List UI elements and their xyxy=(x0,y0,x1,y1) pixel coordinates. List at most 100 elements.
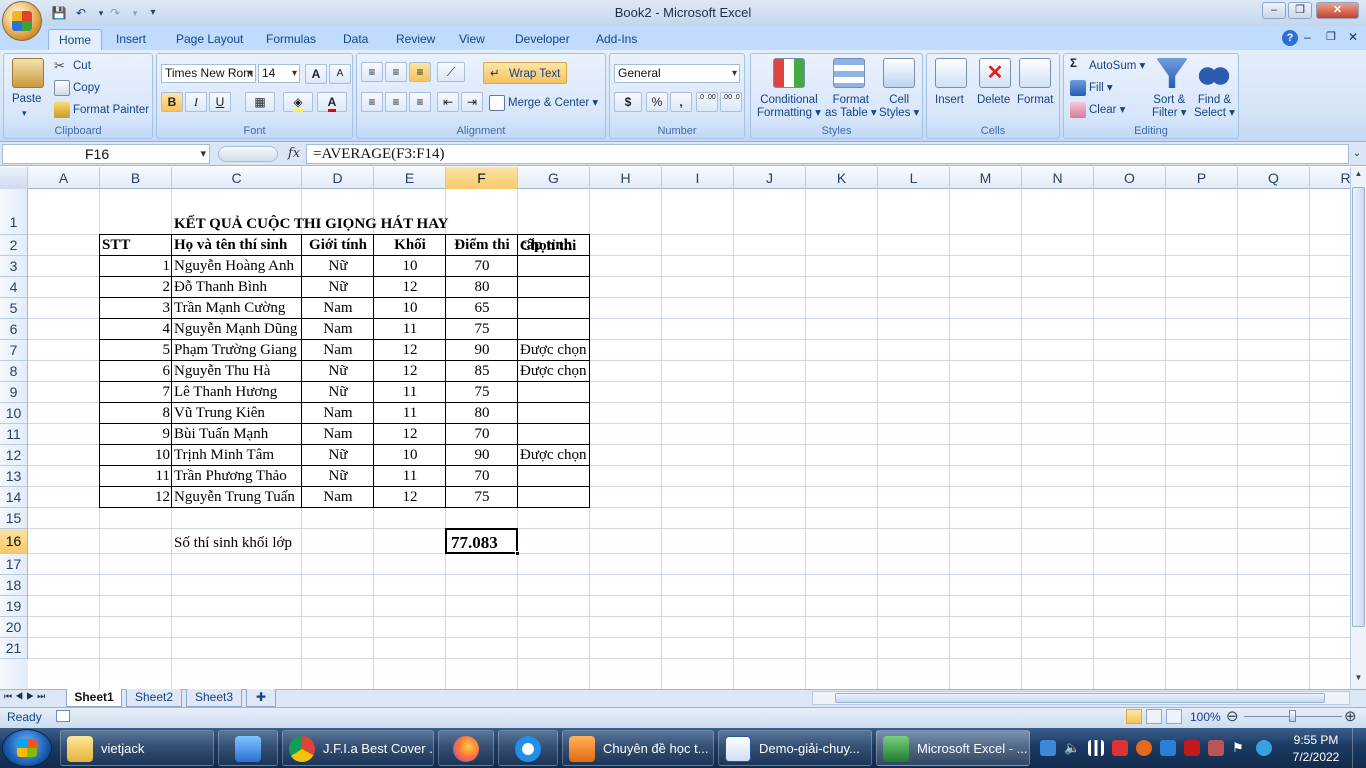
taskbar-item-firefox[interactable] xyxy=(438,730,494,766)
comma-button[interactable]: , xyxy=(670,92,692,112)
sort-filter-button[interactable]: Sort & Filter ▾ xyxy=(1152,94,1187,120)
fill-color-button[interactable]: ◈ xyxy=(283,92,313,112)
font-size-combo[interactable]: 14 xyxy=(258,64,300,83)
sheet-title-cell[interactable]: KẾT QUẢ CUỘC THI GIỌNG HÁT HAY xyxy=(174,214,574,234)
tab-page-layout[interactable]: Page Layout xyxy=(166,29,253,50)
decrease-decimal-button[interactable]: .00 .0 xyxy=(720,92,742,112)
column-header-g[interactable]: G xyxy=(518,167,590,189)
merge-center-button[interactable]: Merge & Center ▾ xyxy=(489,95,598,111)
tab-home[interactable]: Home xyxy=(48,29,103,50)
percent-button[interactable]: % xyxy=(646,92,668,112)
macro-record-icon[interactable] xyxy=(56,710,70,722)
zoom-level[interactable]: 100% xyxy=(1190,710,1221,724)
autosum-button[interactable]: Σ AutoSum ▾ xyxy=(1070,58,1145,74)
cut-button[interactable]: ✂ Cut xyxy=(54,58,91,74)
column-header-i[interactable]: I xyxy=(662,167,734,189)
row-header-1[interactable]: 1 xyxy=(0,189,28,235)
shrink-font-button[interactable]: A xyxy=(329,64,351,84)
find-select-button[interactable]: Find & Select ▾ xyxy=(1194,94,1235,120)
row-header-13[interactable]: 13 xyxy=(0,466,28,487)
increase-decimal-button[interactable]: .0 .00 xyxy=(696,92,718,112)
help-icon[interactable]: ? xyxy=(1282,30,1298,46)
scroll-up-icon[interactable]: ▲ xyxy=(1352,169,1365,181)
cell-styles-button[interactable]: Cell Styles ▾ xyxy=(879,94,919,120)
clock-time[interactable]: 9:55 PM xyxy=(1286,733,1346,747)
tab-review[interactable]: Review xyxy=(386,29,445,50)
formula-input[interactable]: =AVERAGE(F3:F14) xyxy=(306,144,1349,164)
insert-sheet-icon[interactable]: ✚ xyxy=(246,689,276,707)
sheet-tab-sheet1[interactable]: Sheet1 xyxy=(66,689,122,707)
number-format-combo[interactable]: General xyxy=(614,64,740,83)
row-header-5[interactable]: 5 xyxy=(0,298,28,319)
align-bottom-icon[interactable]: ≡ xyxy=(409,62,431,82)
tab-formulas[interactable]: Formulas xyxy=(256,29,326,50)
select-all-button[interactable] xyxy=(0,167,28,189)
copy-button[interactable]: Copy xyxy=(54,80,100,96)
column-header-h[interactable]: H xyxy=(590,167,662,189)
clear-button[interactable]: Clear ▾ xyxy=(1070,102,1125,118)
column-header-j[interactable]: J xyxy=(734,167,806,189)
taskbar-item-ie[interactable] xyxy=(498,730,558,766)
align-right-icon[interactable]: ≡ xyxy=(409,92,431,112)
column-header-c[interactable]: C xyxy=(172,167,302,189)
normal-view-icon[interactable] xyxy=(1126,709,1142,724)
column-header-e[interactable]: E xyxy=(374,167,446,189)
row-header-7[interactable]: 7 xyxy=(0,340,28,361)
bold-button[interactable]: B xyxy=(161,92,183,112)
column-header-m[interactable]: M xyxy=(950,167,1022,189)
row-header-12[interactable]: 12 xyxy=(0,445,28,466)
zoom-out-icon[interactable]: ⊖ xyxy=(1226,707,1239,725)
tray-drive-icon[interactable] xyxy=(1040,740,1056,756)
insert-function-button[interactable]: fx xyxy=(283,144,305,164)
doc-close-button[interactable]: ✕ xyxy=(1348,30,1358,44)
column-header-n[interactable]: N xyxy=(1022,167,1094,189)
format-cells-button[interactable]: Format xyxy=(1017,94,1053,106)
sheet-nav-icons[interactable]: ⏮◀▶⏭ xyxy=(4,691,48,702)
currency-button[interactable]: $ xyxy=(614,92,642,112)
column-header-p[interactable]: P xyxy=(1166,167,1238,189)
column-header-o[interactable]: O xyxy=(1094,167,1166,189)
clock-date[interactable]: 7/2/2022 xyxy=(1286,750,1346,764)
row-header-3[interactable]: 3 xyxy=(0,256,28,277)
page-layout-view-icon[interactable] xyxy=(1146,709,1162,724)
column-header-l[interactable]: L xyxy=(878,167,950,189)
cell-grid[interactable]: KẾT QUẢ CUỘC THI GIỌNG HÁT HAY STT Họ và t… xyxy=(28,189,1350,689)
decrease-indent-icon[interactable]: ⇤ xyxy=(437,92,459,112)
expand-formula-bar-icon[interactable]: ⌄ xyxy=(1350,144,1364,164)
wrap-text-button[interactable]: ↵ Wrap Text xyxy=(483,62,568,84)
restore-button[interactable]: ❐ xyxy=(1288,2,1312,19)
tab-developer[interactable]: Developer xyxy=(505,29,580,50)
tray-blue-icon[interactable] xyxy=(1160,740,1176,756)
row-header-14[interactable]: 14 xyxy=(0,487,28,508)
page-break-view-icon[interactable] xyxy=(1166,709,1182,724)
row-header-2[interactable]: 2 xyxy=(0,235,28,256)
row-header-11[interactable]: 11 xyxy=(0,424,28,445)
tray-orange-icon[interactable] xyxy=(1136,740,1152,756)
name-box[interactable]: F16 xyxy=(2,144,210,164)
align-left-icon[interactable]: ≡ xyxy=(361,92,383,112)
taskbar-item-chrome[interactable]: J.F.I.a Best Cover ... xyxy=(282,730,434,766)
doc-restore-button[interactable]: ❐ xyxy=(1326,30,1336,43)
scroll-down-icon[interactable]: ▼ xyxy=(1352,673,1365,685)
horizontal-scroll-thumb[interactable] xyxy=(835,693,1325,703)
taskbar-item-media[interactable] xyxy=(218,730,278,766)
italic-button[interactable]: I xyxy=(185,92,207,112)
taskbar-item-pdf[interactable]: Chuyên đề học t... xyxy=(562,730,714,766)
volume-icon[interactable]: 🔈 xyxy=(1064,740,1080,756)
taskbar-item-excel[interactable]: Microsoft Excel - ... xyxy=(876,730,1030,766)
vertical-scrollbar[interactable]: ▲ ▼ xyxy=(1350,167,1366,689)
doc-minimize-button[interactable]: – xyxy=(1304,30,1311,44)
close-button[interactable]: ✕ xyxy=(1316,2,1359,19)
start-button[interactable] xyxy=(2,729,52,767)
delete-cells-button[interactable]: Delete xyxy=(977,94,1010,106)
taskbar-item-word[interactable]: Demo-giải-chuy... xyxy=(718,730,872,766)
formula-bar-handle[interactable] xyxy=(218,146,278,162)
network-icon[interactable] xyxy=(1088,740,1104,756)
align-center-icon[interactable]: ≡ xyxy=(385,92,407,112)
horizontal-scrollbar[interactable] xyxy=(812,691,1350,705)
insert-cells-button[interactable]: Insert xyxy=(935,94,964,106)
flag-icon[interactable]: ⚑ xyxy=(1232,740,1248,756)
format-as-table-button[interactable]: Format as Table ▾ xyxy=(825,94,877,120)
tab-insert[interactable]: Insert xyxy=(106,29,156,50)
row-header-4[interactable]: 4 xyxy=(0,277,28,298)
